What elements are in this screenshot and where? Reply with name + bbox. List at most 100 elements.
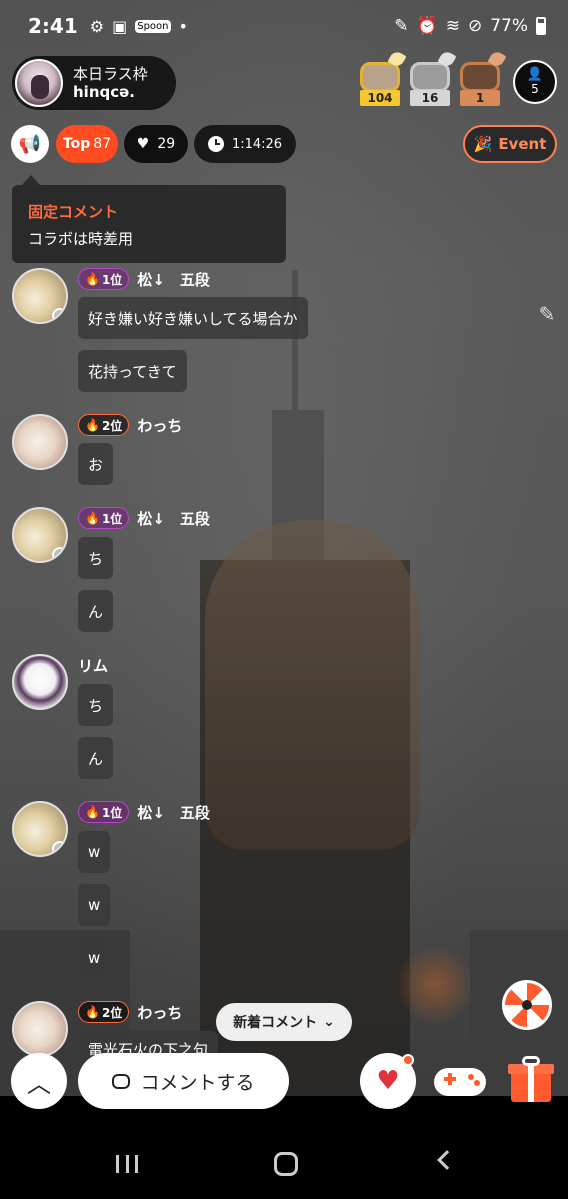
- like-button[interactable]: ♥: [360, 1053, 416, 1109]
- comment-username[interactable]: わっち: [137, 415, 182, 436]
- alarm-icon: ⏰: [416, 16, 438, 36]
- clock-icon: [207, 136, 224, 152]
- avatar[interactable]: [12, 1001, 68, 1057]
- recent-apps-icon[interactable]: [116, 1155, 138, 1173]
- pen-icon: ✎: [394, 16, 409, 36]
- pinned-comment[interactable]: 固定コメント コラボは時差用: [12, 185, 286, 263]
- top-fan-1-count: 104: [360, 90, 400, 106]
- listeners-button[interactable]: 👤 5: [513, 60, 557, 104]
- heart-icon: ♥: [136, 136, 150, 152]
- home-icon[interactable]: [274, 1152, 298, 1176]
- comment-header: リム: [78, 654, 108, 676]
- chevron-down-icon: ⌄: [323, 1014, 335, 1030]
- top-fan-2[interactable]: 16: [408, 49, 457, 108]
- avatar[interactable]: [12, 414, 68, 470]
- dnd-icon: ⊘: [467, 16, 483, 36]
- game-button[interactable]: [432, 1062, 488, 1102]
- comment-username[interactable]: リム: [78, 655, 108, 676]
- top-fan-2-avatar: [410, 62, 450, 92]
- top-ranking-button[interactable]: Top 87: [56, 125, 118, 163]
- comment-bubble[interactable]: お: [78, 443, 114, 485]
- dot-icon: •: [178, 16, 188, 36]
- comment-username[interactable]: 松↓ 五段: [137, 802, 210, 823]
- top-value: 87: [93, 136, 112, 152]
- pencil-icon: ✎: [538, 302, 556, 326]
- comment-input[interactable]: コメントする: [78, 1053, 289, 1109]
- top-fan-1-avatar: [360, 62, 400, 92]
- top-label: Top: [62, 136, 91, 152]
- comment-bubble[interactable]: w: [78, 831, 111, 873]
- person-icon: 👤: [526, 67, 544, 82]
- comment-header: 🔥 2位 わっち: [78, 1001, 182, 1023]
- image-icon: ▣: [112, 16, 128, 36]
- flame-icon: 🔥: [85, 1005, 100, 1019]
- chevron-up-icon: ︿: [27, 1069, 51, 1098]
- top-fan-1[interactable]: 104: [358, 49, 407, 108]
- avatar[interactable]: [12, 507, 68, 563]
- avatar[interactable]: [12, 654, 68, 710]
- battery-percent: 77%: [490, 16, 528, 36]
- wifi-icon: ≋: [445, 16, 460, 36]
- comment-bubble[interactable]: ん: [78, 737, 114, 779]
- host-profile[interactable]: 本日ラス枠 hinqcә.: [12, 56, 176, 110]
- stream-toolbar: 📢 Top 87 ♥ 29 1:14:26 🎉 Event: [0, 125, 568, 163]
- megaphone-icon: 📢: [18, 133, 42, 155]
- gear-icon: ⚙: [89, 16, 105, 36]
- host-name: hinqcә.: [73, 83, 135, 101]
- comment-bubble[interactable]: w: [78, 884, 111, 926]
- gift-button[interactable]: [508, 1056, 554, 1104]
- spoon-app-icon: Spoon: [135, 19, 171, 33]
- status-time: 2:41: [28, 14, 78, 38]
- comment-header: 🔥 1位 松↓ 五段: [78, 507, 210, 529]
- comment-bubble[interactable]: 好き嫌い好き嫌いしてる場合か: [78, 297, 308, 339]
- comment-bubble[interactable]: ん: [78, 590, 114, 632]
- host-avatar[interactable]: [15, 59, 63, 107]
- battery-icon: [536, 17, 546, 35]
- flame-icon: 🔥: [85, 511, 100, 525]
- top-fan-3-avatar: [460, 62, 500, 92]
- rank-badge: 🔥 2位: [78, 1001, 130, 1023]
- comment-bubble[interactable]: ち: [78, 537, 114, 579]
- new-comment-button[interactable]: 新着コメント ⌄: [216, 1003, 352, 1041]
- top-fan-3-count: 1: [460, 90, 500, 106]
- comment-bubble[interactable]: ち: [78, 684, 114, 726]
- comment-bubble[interactable]: w: [78, 937, 111, 979]
- event-button[interactable]: 🎉 Event: [463, 125, 557, 163]
- bottom-controls: ︿ コメントする ♥: [0, 1050, 568, 1110]
- top-fans: 104 16 1: [358, 49, 507, 108]
- rank-badge: 🔥 1位: [78, 507, 130, 529]
- flame-icon: 🔥: [85, 805, 100, 819]
- comment-header: 🔥 1位 松↓ 五段: [78, 801, 210, 823]
- heart-icon: ♥: [376, 1066, 400, 1096]
- likes-button[interactable]: ♥ 29: [124, 125, 188, 163]
- notification-dot: [402, 1054, 414, 1066]
- top-fan-2-count: 16: [410, 90, 450, 106]
- comment-bubble[interactable]: 花持ってきて: [78, 350, 187, 392]
- comment-username[interactable]: わっち: [137, 1002, 182, 1023]
- roulette-wheel-icon[interactable]: [502, 980, 552, 1030]
- megaphone-button[interactable]: 📢: [11, 125, 49, 163]
- listener-count: 5: [531, 82, 539, 96]
- elapsed-time-value: 1:14:26: [231, 136, 283, 152]
- comment-header: 🔥 1位 松↓ 五段: [78, 268, 210, 290]
- comment-header: 🔥 2位 わっち: [78, 414, 182, 436]
- comment-username[interactable]: 松↓ 五段: [137, 269, 210, 290]
- pinned-body: コラボは時差用: [28, 230, 134, 248]
- rank-badge: 🔥 1位: [78, 801, 130, 823]
- chat-bubble-icon: [112, 1073, 131, 1089]
- top-fan-3[interactable]: 1: [458, 49, 507, 108]
- avatar[interactable]: [12, 801, 68, 857]
- elapsed-time: 1:14:26: [194, 125, 296, 163]
- new-comment-label: 新着コメント: [233, 1015, 318, 1031]
- edit-button[interactable]: ✎: [522, 289, 568, 339]
- stream-title: 本日ラス枠: [73, 65, 148, 83]
- party-popper-icon: 🎉: [473, 135, 493, 153]
- flame-icon: 🔥: [85, 418, 100, 432]
- avatar[interactable]: [12, 268, 68, 324]
- rank-badge: 🔥 2位: [78, 414, 130, 436]
- comment-username[interactable]: 松↓ 五段: [137, 508, 210, 529]
- rank-badge: 🔥 1位: [78, 268, 130, 290]
- expand-button[interactable]: ︿: [11, 1053, 67, 1109]
- flame-icon: 🔥: [85, 272, 100, 286]
- comment-placeholder: コメントする: [140, 1071, 255, 1094]
